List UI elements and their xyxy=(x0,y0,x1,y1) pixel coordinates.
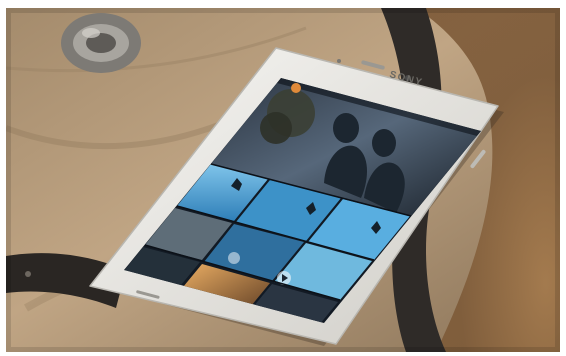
photo-frame: SONY xyxy=(6,8,560,352)
metal-buckle xyxy=(61,13,141,73)
front-sensor xyxy=(337,59,341,63)
photo-scene: SONY xyxy=(6,8,560,352)
app-icon xyxy=(291,83,301,93)
strap-rivet xyxy=(25,271,31,277)
